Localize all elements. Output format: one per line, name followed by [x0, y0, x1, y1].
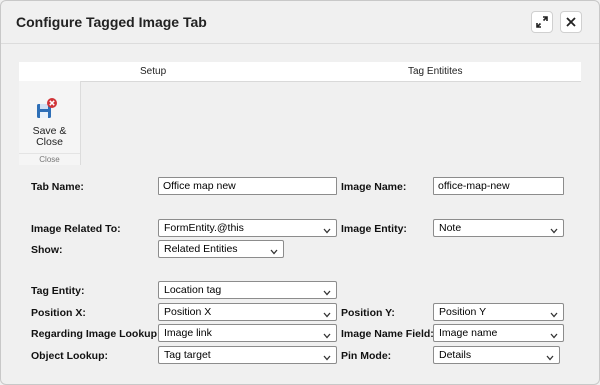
position-x-select[interactable]: Position X — [158, 303, 337, 321]
close-icon — [566, 17, 576, 27]
show-label: Show: — [31, 244, 63, 256]
expand-icon — [536, 16, 548, 28]
position-y-value: Position Y — [439, 306, 487, 318]
position-y-select[interactable]: Position Y — [433, 303, 564, 321]
object-lookup-label: Object Lookup: — [31, 350, 108, 362]
ribbon-group-label: Close — [39, 155, 60, 164]
chevron-down-icon — [550, 225, 558, 234]
image-name-field-select[interactable]: Image name — [433, 324, 564, 342]
tag-entity-label: Tag Entity: — [31, 285, 85, 297]
regarding-image-lookup-select[interactable]: Image link — [158, 324, 337, 342]
image-related-to-label: Image Related To: — [31, 223, 121, 235]
pin-mode-label: Pin Mode: — [341, 350, 392, 362]
save-close-button[interactable]: Save & Close — [19, 87, 80, 153]
chevron-down-icon — [546, 352, 554, 361]
close-button[interactable] — [560, 11, 582, 33]
pin-mode-value: Details — [439, 349, 472, 361]
object-lookup-select[interactable]: Tag target — [158, 346, 337, 364]
position-x-value: Position X — [164, 306, 212, 318]
chevron-down-icon — [550, 309, 558, 318]
tab-name-label: Tab Name: — [31, 181, 84, 193]
image-name-field-value: Image name — [439, 327, 498, 339]
configure-dialog: Configure Tagged Image Tab Setup Tag Ent… — [0, 0, 600, 385]
tag-entity-value: Location tag — [164, 284, 222, 296]
object-lookup-value: Tag target — [164, 349, 211, 361]
title-divider — [1, 43, 599, 44]
ribbon: Save & Close Close — [19, 81, 81, 165]
ribbon-group-separator — [19, 153, 80, 154]
position-y-label: Position Y: — [341, 307, 395, 319]
dialog-title: Configure Tagged Image Tab — [16, 14, 207, 30]
position-x-label: Position X: — [31, 307, 86, 319]
chevron-down-icon — [323, 330, 331, 339]
tab-tag-entities[interactable]: Tag Entitites — [408, 66, 462, 77]
image-entity-select[interactable]: Note — [433, 219, 564, 237]
tab-name-input[interactable]: Office map new — [158, 177, 337, 195]
chevron-down-icon — [550, 330, 558, 339]
tab-bar: Setup Tag Entitites — [19, 62, 581, 82]
tag-entity-select[interactable]: Location tag — [158, 281, 337, 299]
chevron-down-icon — [323, 225, 331, 234]
tab-setup[interactable]: Setup — [140, 66, 166, 77]
regarding-image-lookup-label: Regarding Image Lookup: — [31, 328, 161, 340]
chevron-down-icon — [323, 309, 331, 318]
save-close-icon — [36, 98, 57, 120]
chevron-down-icon — [323, 352, 331, 361]
chevron-down-icon — [270, 246, 278, 255]
show-value: Related Entities — [164, 243, 238, 255]
image-related-to-value: FormEntity.@this — [164, 222, 244, 234]
image-entity-value: Note — [439, 222, 462, 234]
image-name-input[interactable]: office-map-new — [433, 177, 564, 195]
regarding-image-lookup-value: Image link — [164, 327, 212, 339]
chevron-down-icon — [323, 287, 331, 296]
image-name-label: Image Name: — [341, 181, 407, 193]
image-name-field-label: Image Name Field: — [341, 328, 434, 340]
image-entity-label: Image Entity: — [341, 223, 407, 235]
image-related-to-select[interactable]: FormEntity.@this — [158, 219, 337, 237]
save-close-label: Save & Close — [19, 126, 80, 148]
show-select[interactable]: Related Entities — [158, 240, 284, 258]
expand-button[interactable] — [531, 11, 553, 33]
pin-mode-select[interactable]: Details — [433, 346, 560, 364]
save-label-line2: Close — [36, 136, 63, 148]
